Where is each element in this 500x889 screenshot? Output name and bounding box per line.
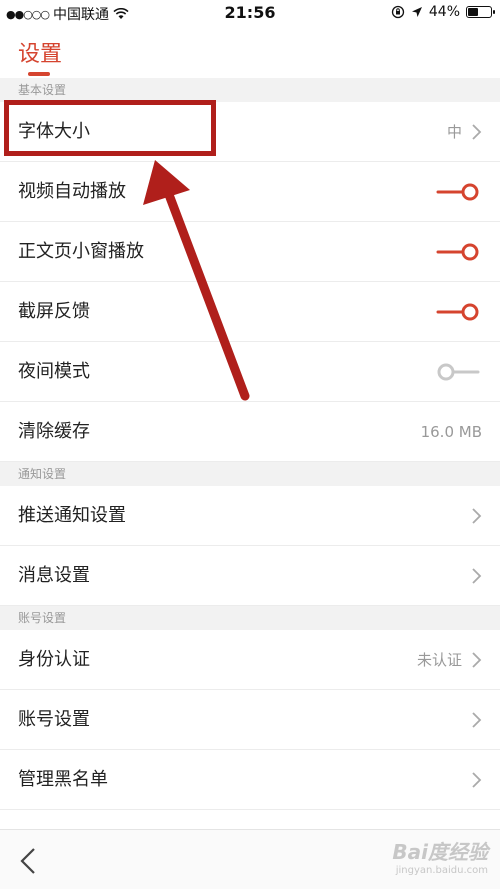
battery-icon xyxy=(466,6,495,18)
toggle-knob xyxy=(461,243,479,261)
row-label: 账号设置 xyxy=(18,709,90,730)
page-title: 设置 xyxy=(18,42,63,67)
status-right: 44% xyxy=(391,4,495,20)
chevron-right-icon xyxy=(472,568,482,584)
row-label: 截屏反馈 xyxy=(18,301,90,322)
title-underline xyxy=(28,72,50,76)
row-label: 视频自动播放 xyxy=(18,181,126,202)
row-label: 消息设置 xyxy=(18,565,90,586)
battery-percent: 44% xyxy=(428,4,460,20)
settings-row-account[interactable]: 账号设置 xyxy=(0,690,500,750)
chevron-right-icon xyxy=(472,712,482,728)
status-bar: ●●○○○ 中国联通 21:56 44% xyxy=(0,0,500,26)
row-label: 正文页小窗播放 xyxy=(18,241,144,262)
settings-row-identity[interactable]: 身份认证 未认证 xyxy=(0,630,500,690)
chevron-right-icon xyxy=(472,508,482,524)
chevron-right-icon xyxy=(472,652,482,668)
battery-level-fill xyxy=(468,8,478,16)
screenshot-feedback-toggle[interactable] xyxy=(436,303,480,321)
row-label: 夜间模式 xyxy=(18,361,90,382)
settings-row-night-mode: 夜间模式 xyxy=(0,342,500,402)
identity-status-value: 未认证 xyxy=(416,651,462,669)
annotation-highlight-box xyxy=(4,100,216,156)
watermark-brand: Bai度经验 xyxy=(392,840,488,864)
row-label: 推送通知设置 xyxy=(18,505,126,526)
page-header: 设置 xyxy=(0,26,500,78)
settings-row-screenshot-feedback: 截屏反馈 xyxy=(0,282,500,342)
settings-row-messages[interactable]: 消息设置 xyxy=(0,546,500,606)
small-window-toggle[interactable] xyxy=(436,243,480,261)
settings-row-push-notifications[interactable]: 推送通知设置 xyxy=(0,486,500,546)
font-size-value: 中 xyxy=(446,123,462,141)
row-label: 清除缓存 xyxy=(18,421,90,442)
row-label: 管理黑名单 xyxy=(18,769,108,790)
toggle-knob xyxy=(461,183,479,201)
chevron-right-icon xyxy=(472,772,482,788)
night-mode-toggle[interactable] xyxy=(436,363,480,381)
rotation-lock-icon xyxy=(391,5,405,19)
settings-row-small-window: 正文页小窗播放 xyxy=(0,222,500,282)
section-header-account: 账号设置 xyxy=(0,606,500,630)
cache-size-value: 16.0 MB xyxy=(420,423,482,441)
settings-row-video-autoplay: 视频自动播放 xyxy=(0,162,500,222)
watermark-url: jingyan.baidu.com xyxy=(395,865,488,876)
settings-row-blacklist[interactable]: 管理黑名单 xyxy=(0,750,500,810)
row-label: 身份认证 xyxy=(18,649,90,670)
toggle-knob xyxy=(461,303,479,321)
settings-row-clear-cache[interactable]: 清除缓存 16.0 MB xyxy=(0,402,500,462)
back-arrow-icon[interactable] xyxy=(16,846,42,876)
toggle-knob xyxy=(437,363,455,381)
section-header-basic: 基本设置 xyxy=(0,78,500,102)
watermark: Bai度经验 jingyan.baidu.com xyxy=(392,836,488,876)
section-header-notifications: 通知设置 xyxy=(0,462,500,486)
chevron-right-icon xyxy=(472,124,482,140)
video-autoplay-toggle[interactable] xyxy=(436,183,480,201)
location-icon xyxy=(411,7,422,17)
bottom-navigation-bar: Bai度经验 jingyan.baidu.com xyxy=(0,829,500,889)
